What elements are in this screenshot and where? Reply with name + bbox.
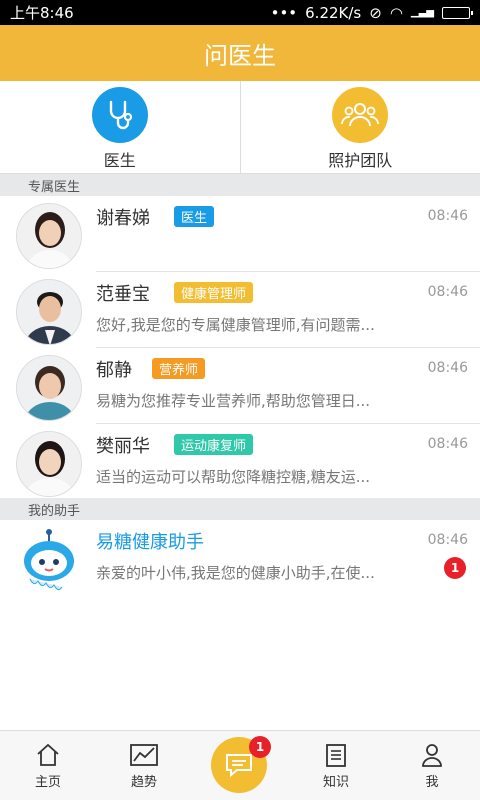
section-header-doctors: 专属医生 — [0, 174, 480, 196]
doctor-entry[interactable]: 医生 — [0, 81, 240, 173]
tab-trend-label: 趋势 — [130, 775, 157, 790]
avatar — [16, 431, 82, 497]
list-item[interactable]: 郁静 营养师 08:46 易糖为您推荐专业营养师,帮助您管理日... — [0, 348, 480, 424]
status-time: 上午8:46 — [10, 4, 74, 22]
message-preview: 亲爱的叶小伟,我是您的健康小助手,在使... — [96, 564, 375, 582]
doctor-entry-label: 医生 — [103, 151, 136, 170]
tab-knowledge[interactable]: 知识 — [288, 731, 384, 800]
avatar — [16, 279, 82, 345]
message-time: 08:46 — [427, 208, 468, 224]
message-preview: 您好,我是您的专属健康管理师,有问题需... — [96, 316, 375, 334]
home-icon — [37, 743, 59, 766]
profile-icon — [422, 744, 442, 767]
message-time: 08:46 — [427, 360, 468, 376]
list-item[interactable]: 范垂宝 健康管理师 08:46 您好,我是您的专属健康管理师,有问题需... — [0, 272, 480, 348]
title-bar: 问医生 — [0, 25, 480, 81]
more-icon: ••• — [270, 3, 298, 22]
doctor-name: 郁静 — [96, 360, 132, 381]
doctor-name: 谢春娣 — [96, 208, 150, 229]
tab-me[interactable]: 我 — [384, 731, 480, 800]
care-team-entry-label: 照护团队 — [328, 151, 393, 170]
doctor-name: 樊丽华 — [96, 436, 150, 457]
role-tag: 运动康复师 — [174, 434, 254, 455]
role-tag: 医生 — [174, 206, 215, 227]
message-preview: 适当的运动可以帮助您降糖控糖,糖友运... — [96, 468, 371, 486]
assistant-item[interactable]: 易糖健康助手 08:46 亲爱的叶小伟,我是您的健康小助手,在使... 1 — [0, 520, 480, 596]
mute-icon: ⊘ — [369, 3, 382, 22]
avatar — [16, 203, 82, 269]
message-time: 08:46 — [427, 436, 468, 452]
status-bar: 上午8:46 ••• 6.22K/s ⊘ ◠ ▁▃▅ — [0, 0, 480, 25]
message-time: 08:46 — [427, 284, 468, 300]
page-title: 问医生 — [204, 41, 276, 70]
section-header-assistant: 我的助手 — [0, 498, 480, 520]
tab-trend[interactable]: 趋势 — [96, 731, 192, 800]
robot-avatar-icon — [16, 527, 82, 593]
stethoscope-icon — [91, 87, 148, 143]
role-tag: 健康管理师 — [174, 282, 254, 303]
list-item[interactable]: 樊丽华 运动康复师 08:46 适当的运动可以帮助您降糖控糖,糖友运... — [0, 424, 480, 500]
quick-entries: 医生 照护团队 — [0, 81, 480, 174]
trend-icon — [130, 744, 158, 766]
team-icon — [332, 87, 389, 143]
assistant-name: 易糖健康助手 — [96, 532, 204, 553]
tab-home[interactable]: 主页 — [0, 731, 96, 800]
knowledge-icon — [326, 744, 346, 767]
tab-home-label: 主页 — [34, 775, 61, 790]
battery-icon — [442, 6, 473, 19]
care-team-entry[interactable]: 照护团队 — [239, 81, 480, 173]
doctor-name: 范垂宝 — [96, 284, 150, 305]
message-time: 08:46 — [427, 532, 468, 548]
network-speed: 6.22K/s — [305, 3, 362, 22]
role-tag: 营养师 — [152, 358, 206, 379]
message-preview: 易糖为您推荐专业营养师,帮助您管理日... — [96, 392, 371, 410]
wifi-icon: ◠ — [389, 3, 403, 22]
unread-badge: 1 — [444, 557, 466, 579]
tab-knowledge-label: 知识 — [322, 775, 349, 790]
signal-icon: ▁▃▅ — [410, 7, 434, 18]
avatar — [16, 355, 82, 421]
tab-me-label: 我 — [425, 775, 439, 790]
chat-unread-badge: 1 — [249, 736, 271, 758]
list-item[interactable]: 谢春娣 医生 08:46 — [0, 196, 480, 272]
chat-icon — [226, 754, 252, 778]
